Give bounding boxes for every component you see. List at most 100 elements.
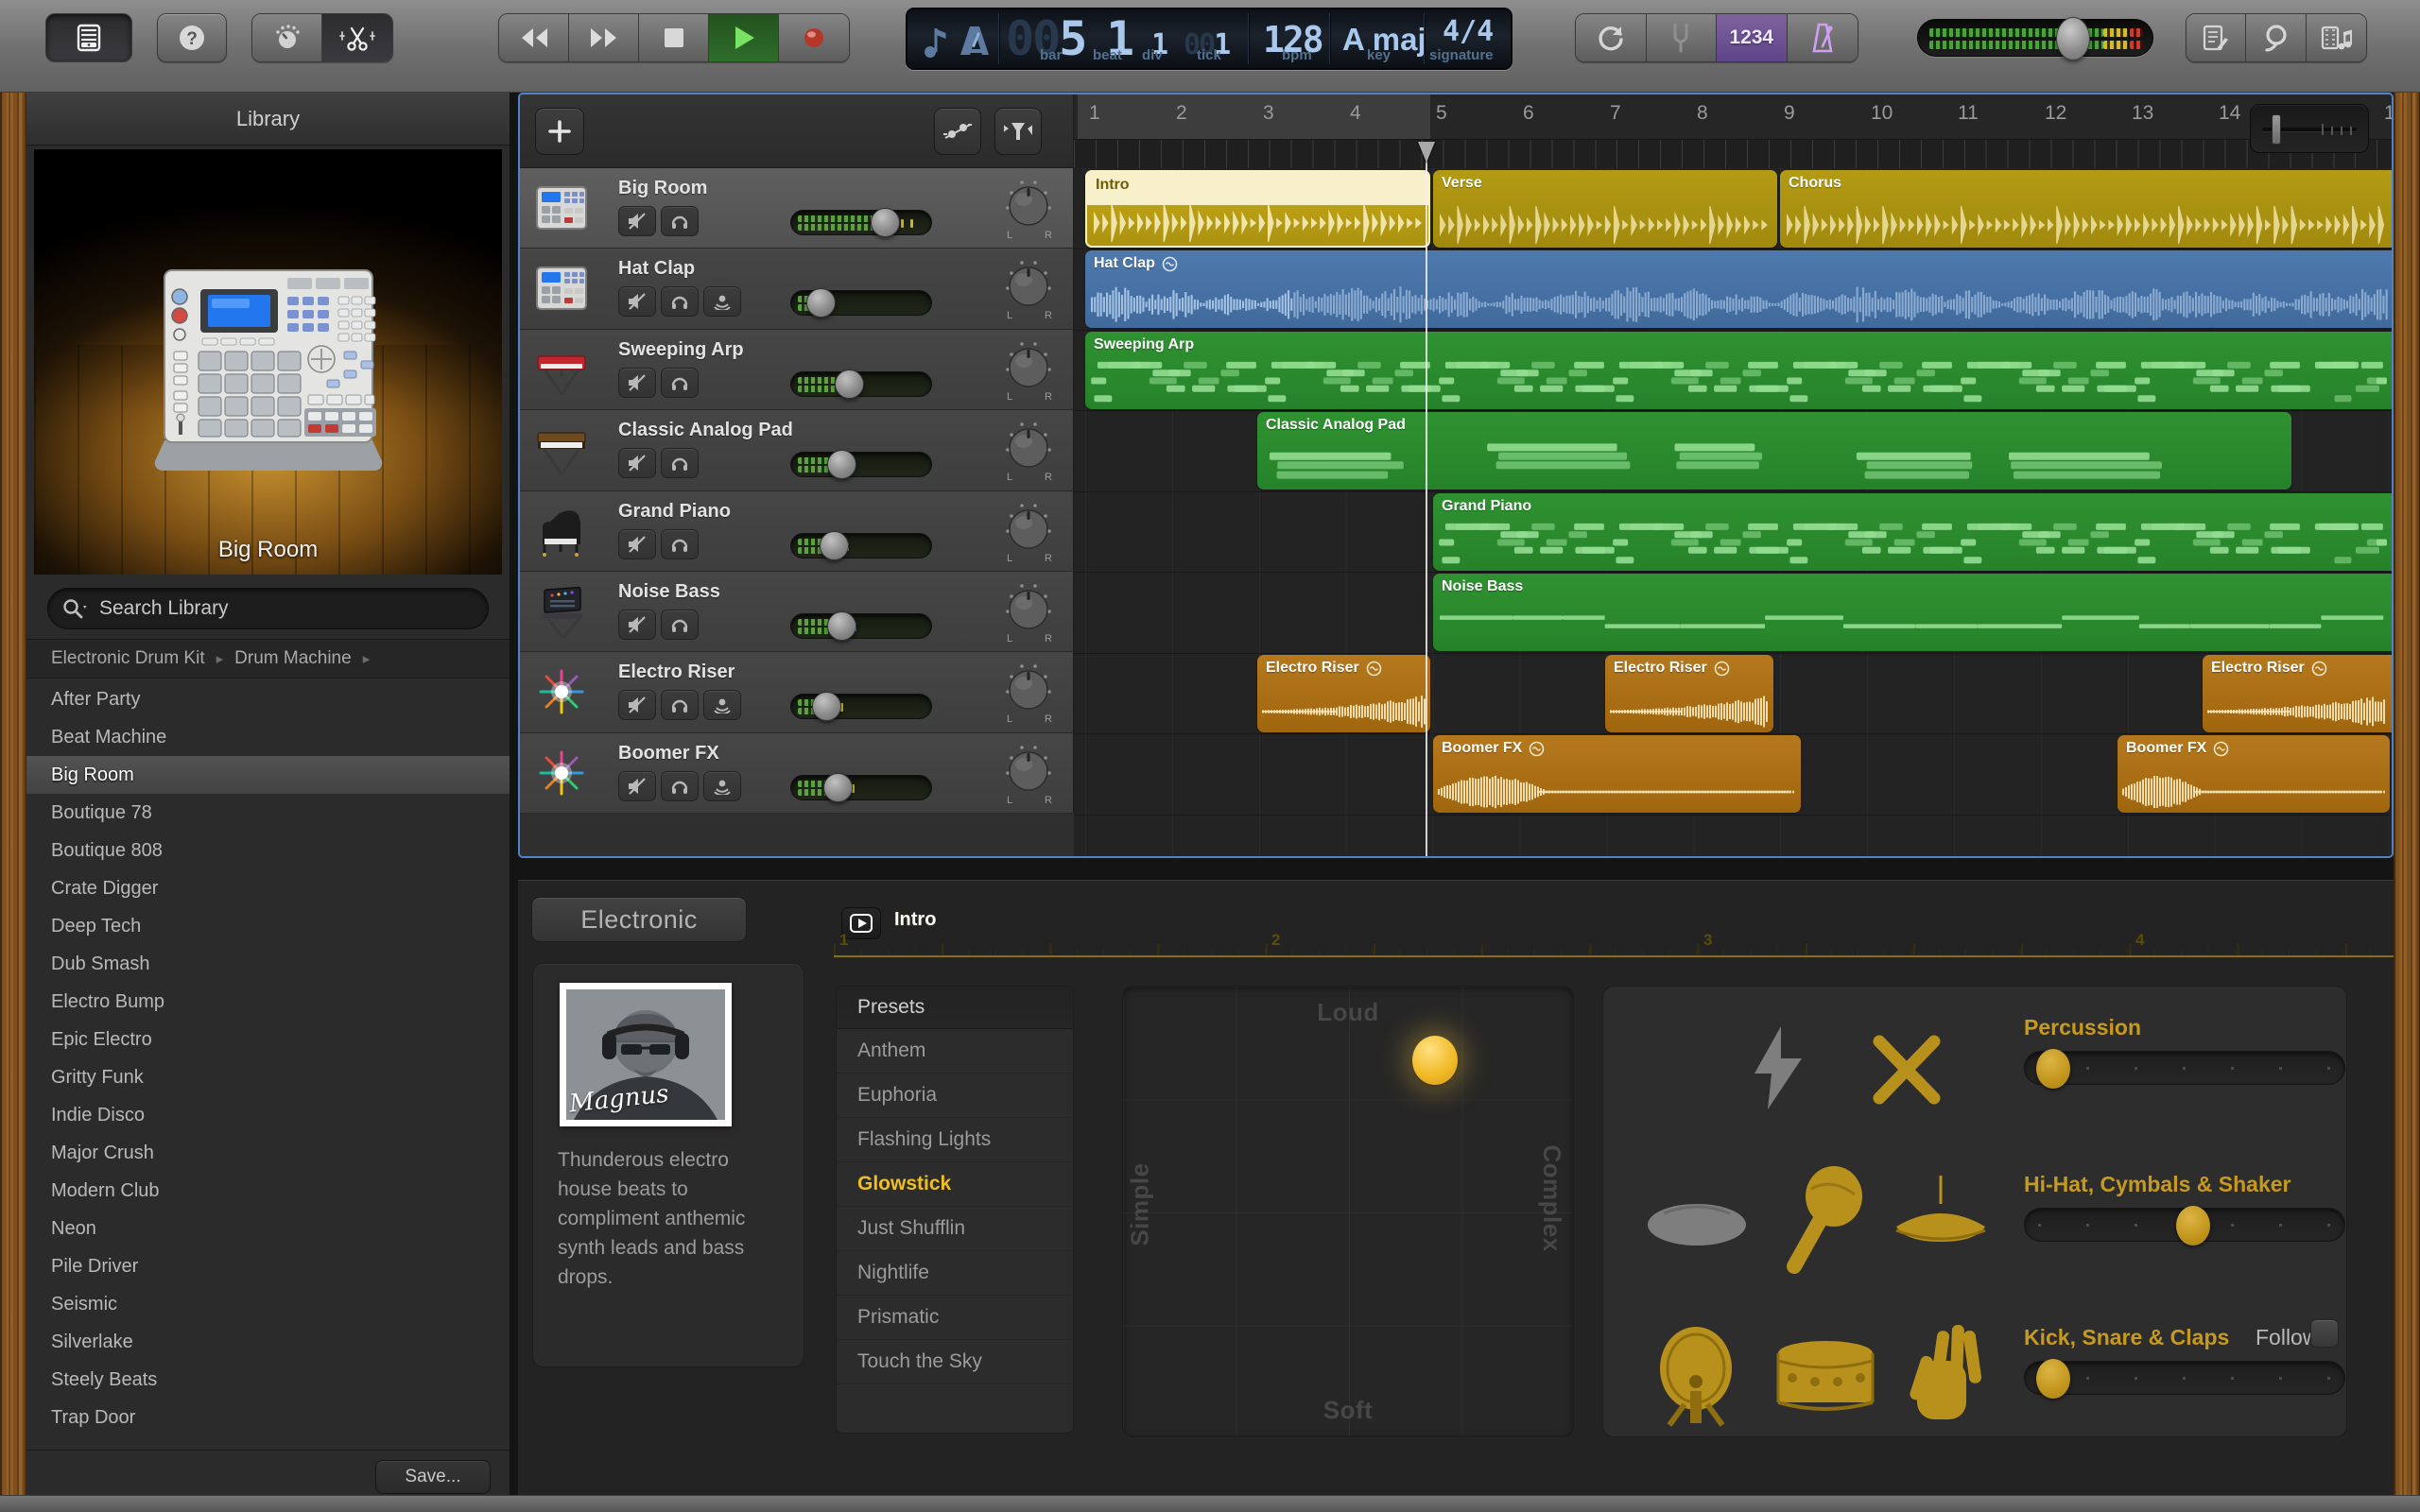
library-search[interactable] — [47, 588, 489, 629]
region-electro-riser-3[interactable]: Electro Riser — [2203, 655, 2392, 732]
solo-button[interactable] — [661, 690, 699, 721]
electronic-fx-icon[interactable] — [1745, 1024, 1811, 1111]
percussion-slider[interactable] — [2024, 1049, 2345, 1089]
track-row-sweeping-arp[interactable]: Sweeping Arp LR — [520, 329, 1074, 411]
xy-puck[interactable] — [1412, 1036, 1458, 1085]
track-name[interactable]: Grand Piano — [618, 501, 731, 523]
zoom-slider[interactable] — [2250, 104, 2369, 153]
playhead[interactable] — [1426, 142, 1427, 856]
volume-knob[interactable] — [835, 369, 864, 399]
media-browser-button[interactable] — [2306, 14, 2366, 61]
pan-knob[interactable]: LR — [998, 658, 1059, 728]
stop-button[interactable] — [639, 14, 709, 61]
pan-knob[interactable]: LR — [998, 335, 1059, 405]
track-name[interactable]: Hat Clap — [618, 258, 695, 280]
breadcrumb-item[interactable]: Electronic Drum Kit — [51, 648, 205, 669]
library-item[interactable]: Deep Tech — [26, 907, 510, 945]
preset-item[interactable]: Flashing Lights — [837, 1118, 1073, 1162]
library-item[interactable]: Trap Door — [26, 1399, 510, 1436]
genre-button[interactable]: Electronic — [531, 897, 747, 942]
hand-clap-icon[interactable] — [1902, 1317, 1993, 1431]
snare-drum-icon[interactable] — [1773, 1338, 1877, 1423]
library-item[interactable]: Gritty Funk — [26, 1058, 510, 1096]
track-volume-slider[interactable] — [790, 208, 932, 237]
volume-knob[interactable] — [820, 530, 849, 560]
mute-button[interactable] — [618, 448, 656, 479]
region-boomer-fx-2[interactable]: Boomer FX — [2118, 735, 2390, 813]
solo-button[interactable] — [661, 528, 699, 559]
sticks-claves-icon[interactable] — [1864, 1030, 1949, 1109]
pan-knob[interactable]: LR — [998, 739, 1059, 809]
region-electro-riser-1[interactable]: Electro Riser — [1257, 655, 1430, 732]
library-item[interactable]: Beat Machine — [26, 718, 510, 756]
mute-button[interactable] — [618, 367, 656, 398]
track-volume-slider[interactable] — [790, 610, 932, 641]
track-name[interactable]: Big Room — [618, 178, 707, 199]
library-item[interactable]: Boutique 78 — [26, 794, 510, 832]
solo-button[interactable] — [661, 448, 699, 479]
xy-pad[interactable]: Loud Soft Simple Complex — [1122, 986, 1574, 1437]
library-item[interactable]: Electro Bump — [26, 983, 510, 1021]
rewind-button[interactable] — [499, 14, 569, 61]
library-item[interactable]: Crate Digger — [26, 869, 510, 907]
region-classic-analog-pad[interactable]: Classic Analog Pad — [1257, 412, 2291, 490]
mute-button[interactable] — [618, 206, 656, 236]
track-name[interactable]: Classic Analog Pad — [618, 420, 793, 441]
track-row-electro-riser[interactable]: Electro Riser LR — [520, 652, 1074, 733]
region-noise-bass[interactable]: Noise Bass — [1433, 574, 2392, 651]
track-volume-slider[interactable] — [790, 369, 932, 399]
editor-mini-ruler[interactable]: Intro 1 2 3 4 — [834, 901, 2394, 957]
maraca-icon[interactable] — [1779, 1164, 1870, 1276]
library-item[interactable]: Dub Smash — [26, 945, 510, 983]
search-input[interactable] — [99, 597, 475, 620]
track-volume-slider[interactable] — [790, 450, 932, 480]
library-toggle-button[interactable] — [45, 13, 132, 62]
solo-button[interactable] — [661, 609, 699, 640]
library-item[interactable]: Modern Club — [26, 1172, 510, 1210]
percussion-knob[interactable] — [2036, 1049, 2070, 1089]
library-item[interactable]: Steely Beats — [26, 1361, 510, 1399]
track-row-boomer-fx[interactable]: Boomer FX LR — [520, 732, 1074, 815]
hihat-cymbal-icon[interactable] — [1889, 1172, 1993, 1263]
region-grand-piano[interactable]: Grand Piano — [1433, 493, 2392, 571]
solo-button[interactable] — [661, 206, 699, 236]
kick-slider[interactable] — [2024, 1359, 2345, 1399]
region-sweeping-arp[interactable]: Sweeping Arp — [1085, 332, 2392, 409]
library-item[interactable]: Seismic — [26, 1285, 510, 1323]
automation-button[interactable] — [934, 108, 981, 155]
save-button[interactable]: Save... — [375, 1460, 491, 1494]
volume-knob[interactable] — [823, 772, 853, 802]
kick-knob[interactable] — [2036, 1359, 2070, 1399]
tuner-button[interactable] — [1646, 14, 1717, 61]
add-track-button[interactable] — [535, 108, 584, 155]
library-item[interactable]: Silverlake — [26, 1323, 510, 1361]
preset-item[interactable]: Touch the Sky — [837, 1340, 1073, 1384]
catch-playhead-button[interactable] — [994, 108, 1042, 155]
library-item[interactable]: After Party — [26, 680, 510, 718]
pan-knob[interactable]: LR — [998, 497, 1059, 567]
volume-knob[interactable] — [827, 610, 856, 641]
input-monitor-button[interactable] — [703, 770, 741, 801]
track-row-classic-analog-pad[interactable]: Classic Analog Pad LR — [520, 410, 1074, 491]
master-volume-slider[interactable] — [1917, 17, 2153, 60]
track-row-big-room[interactable]: Big Room LR — [520, 168, 1074, 249]
forward-button[interactable] — [569, 14, 639, 61]
hihat-knob[interactable] — [2176, 1206, 2210, 1246]
library-item[interactable]: Boutique 808 — [26, 832, 510, 869]
solo-button[interactable] — [661, 770, 699, 801]
library-item[interactable]: Epic Electro — [26, 1021, 510, 1058]
volume-knob[interactable] — [806, 288, 836, 318]
library-item-selected[interactable]: Big Room — [26, 756, 510, 794]
library-item[interactable]: Pile Driver — [26, 1247, 510, 1285]
breadcrumb-item[interactable]: Drum Machine — [234, 648, 352, 669]
region-electro-riser-2[interactable]: Electro Riser — [1605, 655, 1773, 732]
follow-checkbox[interactable] — [2310, 1319, 2339, 1348]
library-item[interactable]: Major Crush — [26, 1134, 510, 1172]
play-button[interactable] — [709, 14, 779, 61]
track-name[interactable]: Noise Bass — [618, 581, 720, 603]
playhead-handle[interactable] — [1418, 142, 1435, 163]
track-name[interactable]: Electro Riser — [618, 662, 735, 683]
track-volume-slider[interactable] — [790, 772, 932, 802]
track-row-grand-piano[interactable]: Grand Piano LR — [520, 490, 1074, 572]
preset-item[interactable]: Euphoria — [837, 1074, 1073, 1118]
